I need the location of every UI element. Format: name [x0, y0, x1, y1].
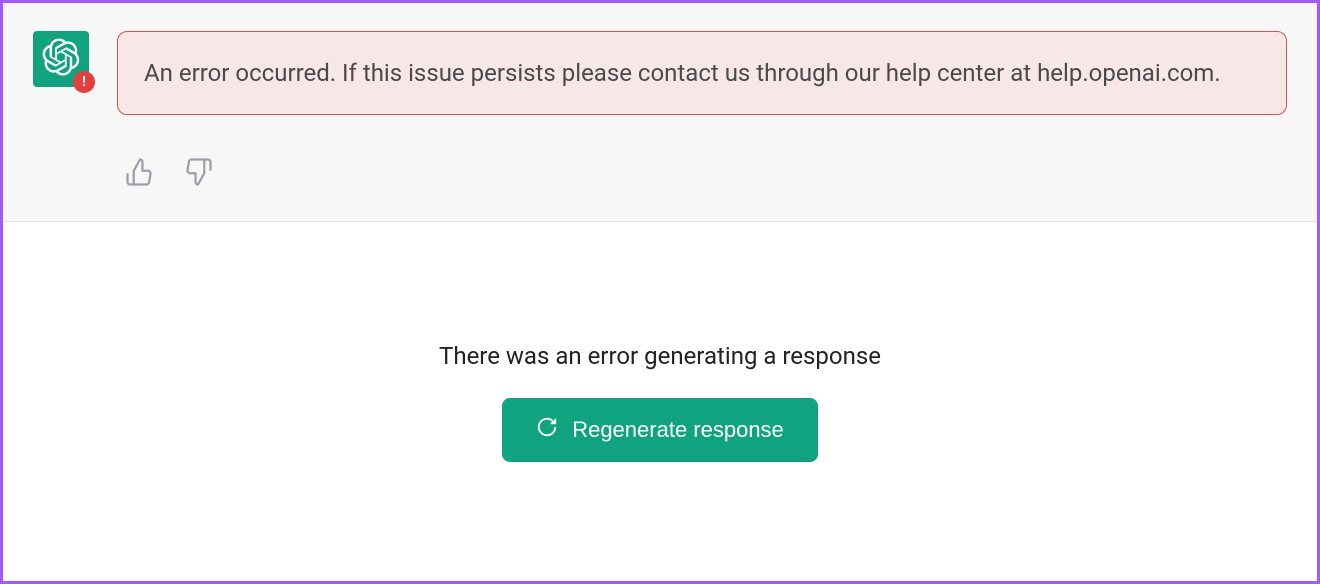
openai-logo-icon: [42, 38, 80, 80]
regenerate-button[interactable]: Regenerate response: [502, 398, 818, 462]
app-frame: ! An error occurred. If this issue persi…: [0, 0, 1320, 584]
error-generating-text: There was an error generating a response: [439, 342, 881, 370]
thumbs-up-button[interactable]: [125, 157, 155, 191]
feedback-row: [117, 157, 1287, 191]
refresh-icon: [536, 416, 558, 444]
thumbs-up-icon: [125, 157, 155, 191]
error-badge-icon: !: [73, 71, 95, 93]
footer-area: There was an error generating a response…: [3, 222, 1317, 581]
error-banner: An error occurred. If this issue persist…: [117, 31, 1287, 115]
message-content: An error occurred. If this issue persist…: [117, 31, 1287, 191]
assistant-message-row: ! An error occurred. If this issue persi…: [3, 3, 1317, 222]
error-message-text: An error occurred. If this issue persist…: [144, 59, 1221, 87]
regenerate-label: Regenerate response: [572, 417, 784, 443]
thumbs-down-button[interactable]: [183, 157, 213, 191]
assistant-avatar-wrap: !: [33, 31, 89, 87]
thumbs-down-icon: [183, 157, 213, 191]
